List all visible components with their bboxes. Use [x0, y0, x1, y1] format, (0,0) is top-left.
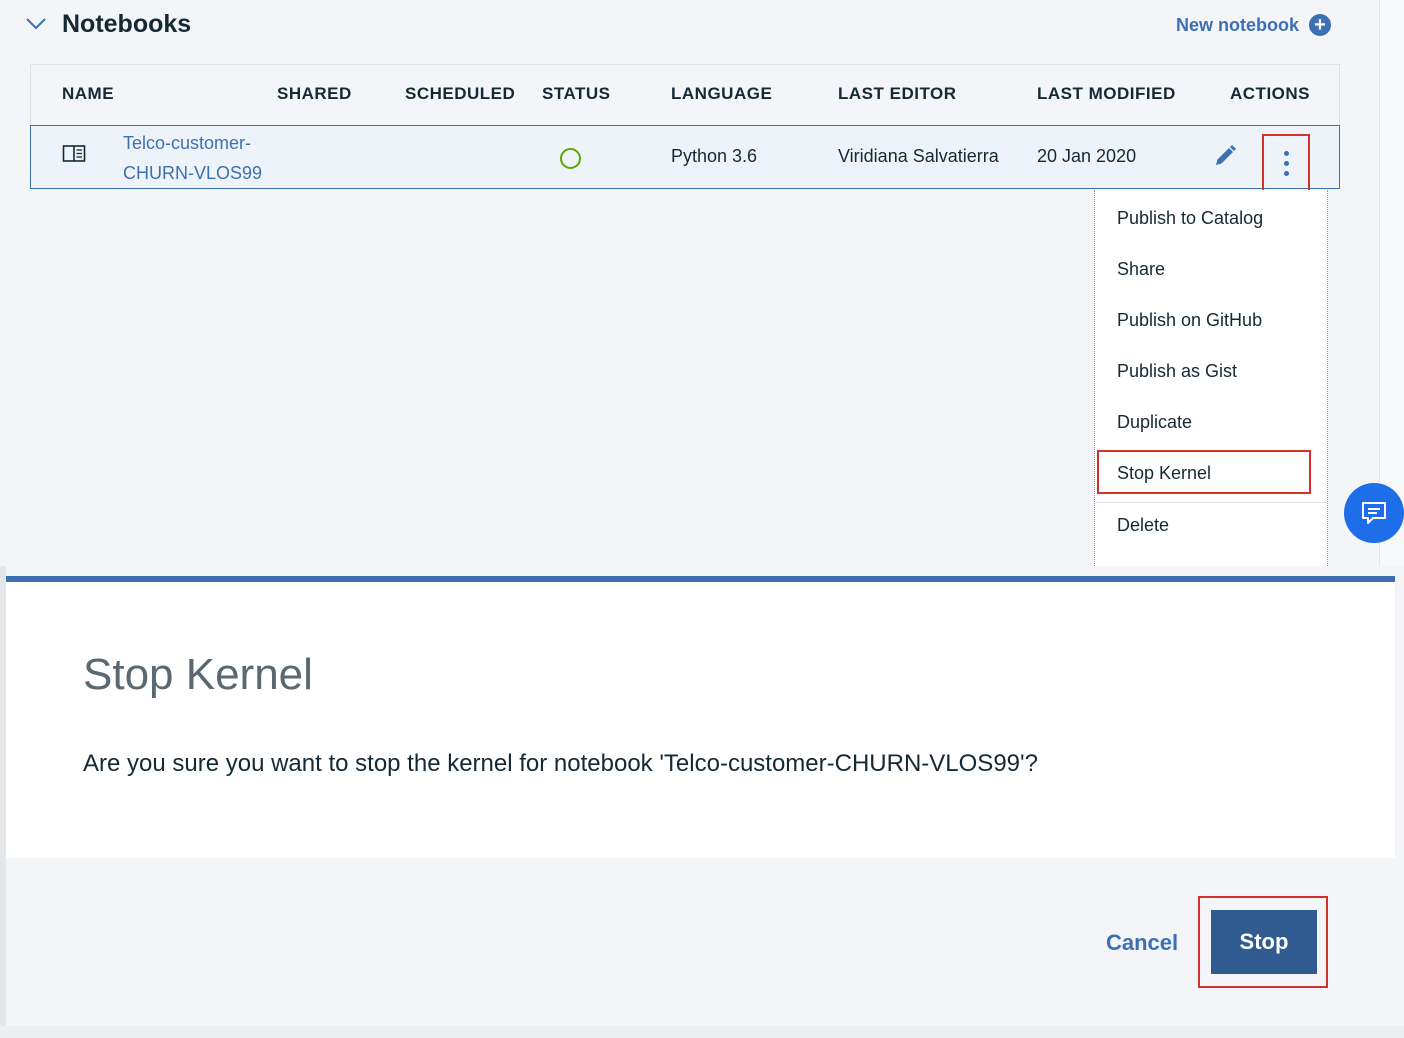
column-header-scheduled[interactable]: SCHEDULED	[405, 84, 515, 104]
stop-button[interactable]: Stop	[1211, 910, 1317, 974]
chat-button[interactable]	[1344, 483, 1404, 543]
status-circle-icon	[560, 148, 581, 169]
notebooks-panel: Notebooks New notebook + NAME SHARED SCH…	[0, 0, 1404, 566]
column-header-last-editor[interactable]: LAST EDITOR	[838, 84, 957, 104]
menu-item-duplicate[interactable]: Duplicate	[1117, 412, 1192, 433]
kebab-dot-icon	[1283, 170, 1289, 176]
right-edge-panel	[1379, 0, 1404, 566]
overflow-menu: Publish to Catalog Share Publish on GitH…	[1094, 190, 1328, 566]
kebab-dot-icon	[1283, 160, 1289, 166]
column-header-shared[interactable]: SHARED	[277, 84, 352, 104]
new-notebook-label: New notebook	[1176, 14, 1300, 35]
menu-item-stop-kernel[interactable]: Stop Kernel	[1117, 463, 1211, 484]
language-cell: Python 3.6	[671, 146, 758, 166]
menu-item-delete[interactable]: Delete	[1117, 515, 1169, 536]
cancel-button[interactable]: Cancel	[1106, 930, 1178, 956]
chat-icon	[1362, 502, 1386, 524]
pencil-icon[interactable]	[1213, 144, 1237, 168]
dialog-title: Stop Kernel	[83, 650, 313, 699]
plus-icon: +	[1309, 14, 1332, 36]
stop-kernel-dialog: Stop Kernel Are you sure you want to sto…	[6, 576, 1395, 1026]
notebook-icon	[62, 145, 86, 162]
last-editor-cell: Viridiana Salvatierra	[838, 146, 999, 166]
bottom-strip	[0, 1026, 1404, 1038]
chevron-down-icon[interactable]	[24, 14, 48, 34]
notebook-name-line1: Telco-customer-	[123, 133, 252, 153]
column-header-language[interactable]: LANGUAGE	[671, 84, 772, 104]
menu-item-share[interactable]: Share	[1117, 259, 1165, 280]
kebab-dot-icon	[1283, 150, 1289, 156]
column-header-status[interactable]: STATUS	[542, 84, 610, 104]
notebook-name-line2: CHURN-VLOS99	[123, 163, 263, 183]
section-title: Notebooks	[62, 10, 192, 38]
menu-item-publish-as-gist[interactable]: Publish as Gist	[1117, 361, 1237, 382]
column-header-name[interactable]: NAME	[62, 84, 114, 104]
last-modified-cell: 20 Jan 2020	[1037, 146, 1137, 166]
menu-divider	[1095, 502, 1327, 503]
overflow-menu-button[interactable]	[1262, 134, 1310, 192]
new-notebook-button[interactable]: New notebook +	[1176, 14, 1332, 36]
column-header-actions: ACTIONS	[1230, 84, 1310, 103]
menu-item-publish-on-github[interactable]: Publish on GitHub	[1117, 310, 1262, 331]
notebook-name-link[interactable]: Telco-customer- CHURN-VLOS99	[123, 128, 273, 188]
column-header-last-modified[interactable]: LAST MODIFIED	[1037, 84, 1176, 104]
menu-item-publish-to-catalog[interactable]: Publish to Catalog	[1117, 208, 1263, 229]
dialog-footer: Cancel Stop	[6, 858, 1395, 1026]
dialog-message: Are you sure you want to stop the kernel…	[83, 750, 1038, 777]
